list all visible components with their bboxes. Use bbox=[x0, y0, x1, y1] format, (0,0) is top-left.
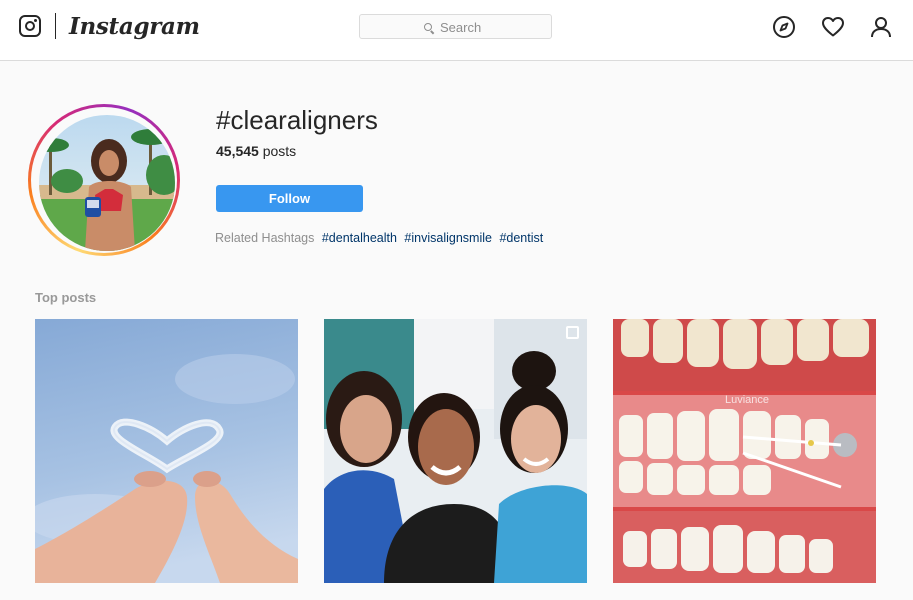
related-hashtag-link[interactable]: #dentalhealth bbox=[322, 231, 397, 245]
post-count-label: posts bbox=[262, 143, 297, 159]
hashtag-avatar-ring bbox=[28, 104, 180, 256]
explore-compass-icon[interactable] bbox=[772, 15, 796, 39]
multiple-posts-icon bbox=[566, 326, 579, 339]
profile-person-icon[interactable] bbox=[869, 15, 893, 39]
post-watermark: Luviance bbox=[725, 394, 769, 406]
search-icon bbox=[424, 22, 434, 33]
instagram-glyph-icon[interactable] bbox=[19, 15, 41, 37]
top-navigation-bar: Instagram Search bbox=[0, 0, 913, 61]
related-hashtag-link[interactable]: #dentist bbox=[499, 231, 543, 245]
instagram-wordmark[interactable]: Instagram bbox=[69, 13, 200, 40]
hashtag-title: #clearaligners bbox=[216, 105, 378, 135]
post-count: 45,545 posts bbox=[216, 143, 296, 159]
follow-button[interactable]: Follow bbox=[216, 185, 363, 212]
logo-divider bbox=[55, 13, 56, 39]
related-hashtags: Related Hashtags #dentalhealth #invisali… bbox=[215, 231, 543, 245]
hashtag-avatar-image bbox=[39, 115, 175, 251]
top-posts-heading: Top posts bbox=[35, 290, 97, 305]
post-count-number: 45,545 bbox=[216, 143, 259, 159]
activity-heart-icon[interactable] bbox=[821, 15, 845, 39]
top-post-tile[interactable]: Luviance bbox=[613, 319, 876, 583]
top-post-tile[interactable] bbox=[324, 319, 587, 583]
related-hashtag-link[interactable]: #invisalignsmile bbox=[404, 231, 492, 245]
search-input[interactable]: Search bbox=[359, 14, 552, 39]
top-post-tile[interactable] bbox=[35, 319, 298, 583]
related-hashtags-label: Related Hashtags bbox=[215, 231, 315, 245]
search-placeholder: Search bbox=[440, 20, 482, 35]
